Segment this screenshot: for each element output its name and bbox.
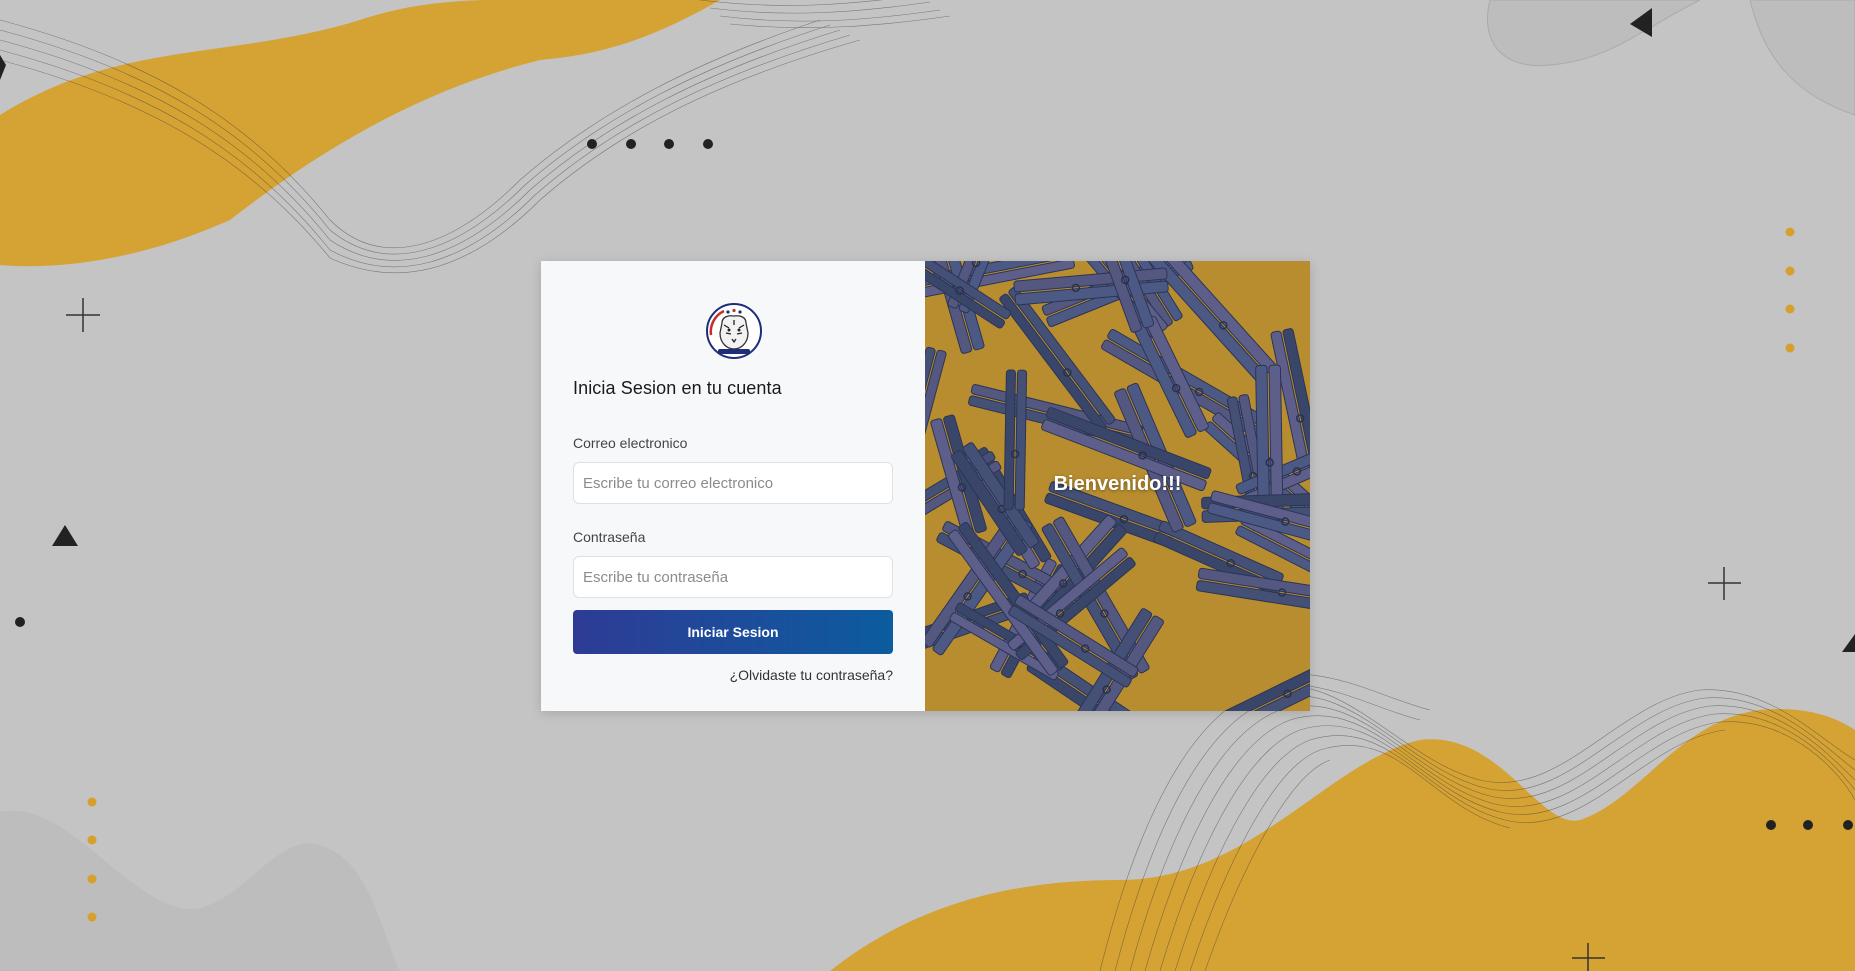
dots-top-center (587, 139, 713, 149)
password-label: Contraseña (573, 529, 646, 545)
login-card: Inicia Sesion en tu cuenta Correo electr… (541, 261, 1310, 711)
blob-right-edge (1749, 0, 1855, 116)
wave-top-left-gold (0, 0, 720, 267)
tiger-emblem-icon (706, 303, 762, 359)
welcome-text: Bienvenido!!! (1053, 473, 1182, 495)
password-input[interactable] (573, 556, 893, 598)
welcome-panel: Bienvenido!!! (925, 261, 1310, 711)
login-button[interactable]: Iniciar Sesion (573, 610, 893, 654)
blob-top-right (1487, 0, 1701, 67)
blob-bottom-left (0, 810, 400, 971)
login-panel: Inicia Sesion en tu cuenta Correo electr… (541, 261, 925, 711)
email-input[interactable] (573, 462, 893, 504)
dots-right-vertical (1785, 227, 1795, 353)
login-title: Inicia Sesion en tu cuenta (573, 378, 782, 398)
wave-bottom-right-gold (830, 709, 1855, 971)
dot-left (15, 617, 25, 627)
email-label: Correo electronico (573, 435, 688, 451)
forgot-password-link[interactable]: ¿Olvidaste tu contraseña? (730, 667, 893, 683)
